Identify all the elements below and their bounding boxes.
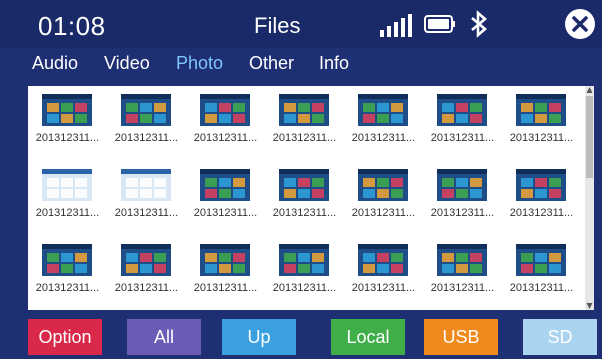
- file-item[interactable]: 201312311...: [423, 161, 502, 235]
- option-button[interactable]: Option: [28, 319, 102, 355]
- close-icon: [572, 16, 588, 32]
- file-thumbnail: [516, 94, 566, 126]
- battery-icon: [424, 15, 455, 33]
- file-browser-screen: 01:08 Files Audio Video Photo Other Info…: [0, 0, 602, 359]
- file-thumbnail: [121, 244, 171, 276]
- file-item[interactable]: 201312311...: [423, 86, 502, 160]
- file-thumbnail: [279, 244, 329, 276]
- scroll-up-icon[interactable]: [586, 86, 593, 94]
- file-name: 201312311...: [430, 207, 495, 219]
- tab-audio[interactable]: Audio: [32, 53, 78, 74]
- file-thumbnail: [42, 244, 92, 276]
- file-name: 201312311...: [272, 207, 337, 219]
- tab-info[interactable]: Info: [319, 53, 349, 74]
- file-name: 201312311...: [351, 207, 416, 219]
- file-item[interactable]: 201312311...: [107, 161, 186, 235]
- file-thumbnail: [437, 94, 487, 126]
- file-item[interactable]: 201312311...: [265, 86, 344, 160]
- file-item[interactable]: 201312311...: [502, 236, 581, 310]
- up-button[interactable]: Up: [222, 319, 296, 355]
- category-tabs: Audio Video Photo Other Info: [0, 48, 602, 84]
- tab-other[interactable]: Other: [249, 53, 294, 74]
- bottom-action-bar: Option All Up Local USB SD: [0, 316, 602, 359]
- all-button[interactable]: All: [127, 319, 201, 355]
- usb-button[interactable]: USB: [424, 319, 498, 355]
- local-button[interactable]: Local: [331, 319, 405, 355]
- file-item[interactable]: 201312311...: [423, 236, 502, 310]
- file-item[interactable]: 201312311...: [502, 161, 581, 235]
- file-name: 201312311...: [272, 282, 337, 294]
- file-thumbnail: [437, 169, 487, 201]
- clock-time: 01:08: [38, 11, 106, 41]
- file-name: 201312311...: [114, 132, 179, 144]
- file-item[interactable]: 201312311...: [186, 86, 265, 160]
- file-thumbnail: [279, 169, 329, 201]
- file-grid-panel: 201312311... 201312311... 201312311... 2013…: [28, 86, 594, 310]
- file-item[interactable]: 201312311...: [28, 161, 107, 235]
- file-item[interactable]: 201312311...: [186, 236, 265, 310]
- file-thumbnail: [516, 244, 566, 276]
- file-name: 201312311...: [193, 207, 258, 219]
- file-thumbnail: [121, 169, 171, 201]
- file-name: 201312311...: [430, 282, 495, 294]
- scroll-thumb[interactable]: [586, 96, 593, 178]
- file-name: 201312311...: [193, 132, 258, 144]
- file-name: 201312311...: [430, 132, 495, 144]
- file-thumbnail: [358, 244, 408, 276]
- file-name: 201312311...: [35, 282, 100, 294]
- file-thumbnail: [279, 94, 329, 126]
- file-item[interactable]: 201312311...: [28, 86, 107, 160]
- file-name: 201312311...: [114, 207, 179, 219]
- file-thumbnail: [42, 94, 92, 126]
- file-thumbnail: [437, 244, 487, 276]
- file-name: 201312311...: [272, 132, 337, 144]
- sd-button[interactable]: SD: [523, 319, 597, 355]
- file-name: 201312311...: [114, 282, 179, 294]
- file-grid: 201312311... 201312311... 201312311... 2013…: [28, 86, 584, 310]
- file-item[interactable]: 201312311...: [344, 86, 423, 160]
- tab-video[interactable]: Video: [104, 53, 150, 74]
- file-item[interactable]: 201312311...: [265, 236, 344, 310]
- tab-photo[interactable]: Photo: [176, 53, 223, 74]
- file-item[interactable]: 201312311...: [107, 86, 186, 160]
- file-thumbnail: [121, 94, 171, 126]
- file-item[interactable]: 201312311...: [107, 236, 186, 310]
- bluetooth-icon: [471, 10, 488, 38]
- file-name: 201312311...: [509, 132, 574, 144]
- status-bar: 01:08 Files: [0, 0, 602, 48]
- file-item[interactable]: 201312311...: [344, 236, 423, 310]
- file-thumbnail: [200, 169, 250, 201]
- file-thumbnail: [516, 169, 566, 201]
- file-item[interactable]: 201312311...: [28, 236, 107, 310]
- file-name: 201312311...: [351, 282, 416, 294]
- close-button[interactable]: [565, 9, 595, 39]
- file-name: 201312311...: [509, 282, 574, 294]
- file-name: 201312311...: [509, 207, 574, 219]
- file-name: 201312311...: [351, 132, 416, 144]
- file-thumbnail: [358, 169, 408, 201]
- file-item[interactable]: 201312311...: [502, 86, 581, 160]
- file-thumbnail: [200, 94, 250, 126]
- file-thumbnail: [200, 244, 250, 276]
- signal-bars-icon: [378, 13, 418, 37]
- file-name: 201312311...: [193, 282, 258, 294]
- page-title: Files: [254, 13, 301, 38]
- file-name: 201312311...: [35, 132, 100, 144]
- file-thumbnail: [358, 94, 408, 126]
- file-name: 201312311...: [35, 207, 100, 219]
- file-item[interactable]: 201312311...: [344, 161, 423, 235]
- file-item[interactable]: 201312311...: [265, 161, 344, 235]
- scroll-down-icon[interactable]: [586, 302, 593, 310]
- file-thumbnail: [42, 169, 92, 201]
- scrollbar[interactable]: [585, 86, 594, 310]
- file-item[interactable]: 201312311...: [186, 161, 265, 235]
